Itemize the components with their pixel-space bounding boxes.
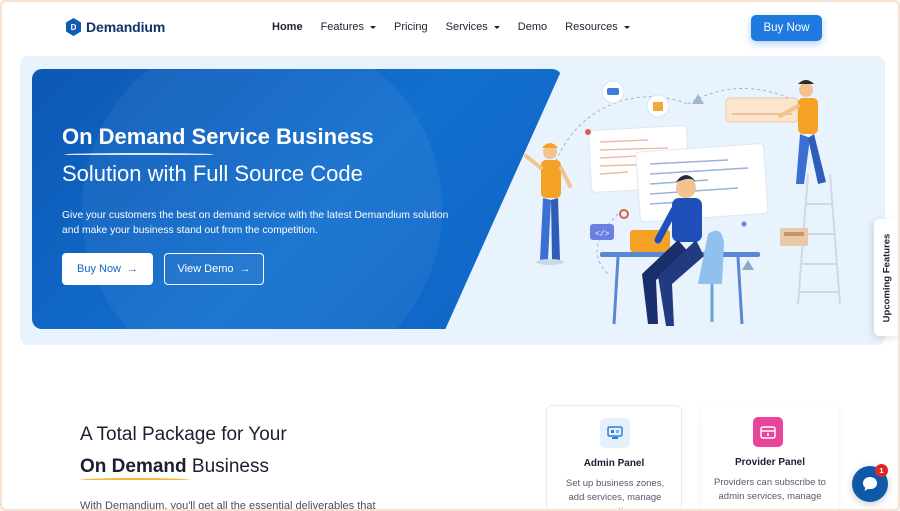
nav-features[interactable]: Features bbox=[321, 21, 376, 33]
svg-text:</>: </> bbox=[595, 230, 610, 239]
chat-notification-badge: 1 bbox=[875, 464, 888, 477]
card-text: Set up business zones, add services, man… bbox=[565, 478, 665, 509]
page-frame: D Demandium Home Features Pricing Servic… bbox=[0, 0, 900, 511]
card-title: Admin Panel bbox=[583, 458, 645, 469]
nav-services[interactable]: Services bbox=[446, 21, 500, 33]
nav-demo[interactable]: Demo bbox=[518, 21, 547, 33]
package-heading-line2: On Demand Business bbox=[80, 456, 269, 477]
logo-mark-icon: D bbox=[66, 18, 81, 36]
card-title: Provider Panel bbox=[734, 457, 806, 468]
hero-buy-now-button[interactable]: Buy Now → bbox=[62, 253, 153, 285]
provider-panel-card[interactable]: Provider Panel Providers can subscribe t… bbox=[702, 405, 838, 509]
heading-underline bbox=[80, 478, 190, 482]
brand-name: Demandium bbox=[86, 19, 166, 35]
service-workers-illustration: </> bbox=[524, 80, 841, 326]
nav-home[interactable]: Home bbox=[272, 21, 303, 33]
card-text: Providers can subscribe to admin service… bbox=[714, 477, 826, 502]
hero-title-line1: On Demand Service Business bbox=[62, 124, 374, 149]
buy-now-nav-button[interactable]: Buy Now bbox=[751, 15, 822, 41]
hero-panel bbox=[32, 69, 562, 329]
provider-panel-icon bbox=[753, 417, 783, 447]
arrow-right-icon: → bbox=[127, 263, 139, 275]
upcoming-features-tab[interactable]: Upcoming Features bbox=[874, 219, 898, 336]
title-underline bbox=[64, 153, 214, 156]
top-navigation: D Demandium Home Features Pricing Servic… bbox=[2, 2, 898, 54]
chevron-down-icon bbox=[369, 25, 376, 29]
hero-title-line2: Solution with Full Source Code bbox=[62, 161, 363, 186]
chevron-down-icon bbox=[623, 25, 630, 29]
admin-panel-card[interactable]: Admin Panel Set up business zones, add s… bbox=[546, 405, 682, 509]
chevron-down-icon bbox=[493, 25, 500, 29]
package-description: With Demandium, you'll get all the essen… bbox=[80, 500, 376, 511]
package-heading-line1: A Total Package for Your bbox=[80, 424, 287, 445]
brand-logo[interactable]: D Demandium bbox=[66, 18, 165, 36]
hero-section: On Demand Service Business Solution with… bbox=[20, 56, 885, 345]
hero-description: Give your customers the best on demand s… bbox=[62, 210, 449, 236]
nav-pricing[interactable]: Pricing bbox=[394, 21, 428, 33]
hero-view-demo-button[interactable]: View Demo → bbox=[164, 253, 264, 285]
admin-panel-icon bbox=[600, 418, 630, 448]
main-menu: Home Features Pricing Services Demo Reso… bbox=[272, 21, 648, 33]
nav-resources[interactable]: Resources bbox=[565, 21, 630, 33]
arrow-right-icon: → bbox=[239, 263, 251, 275]
